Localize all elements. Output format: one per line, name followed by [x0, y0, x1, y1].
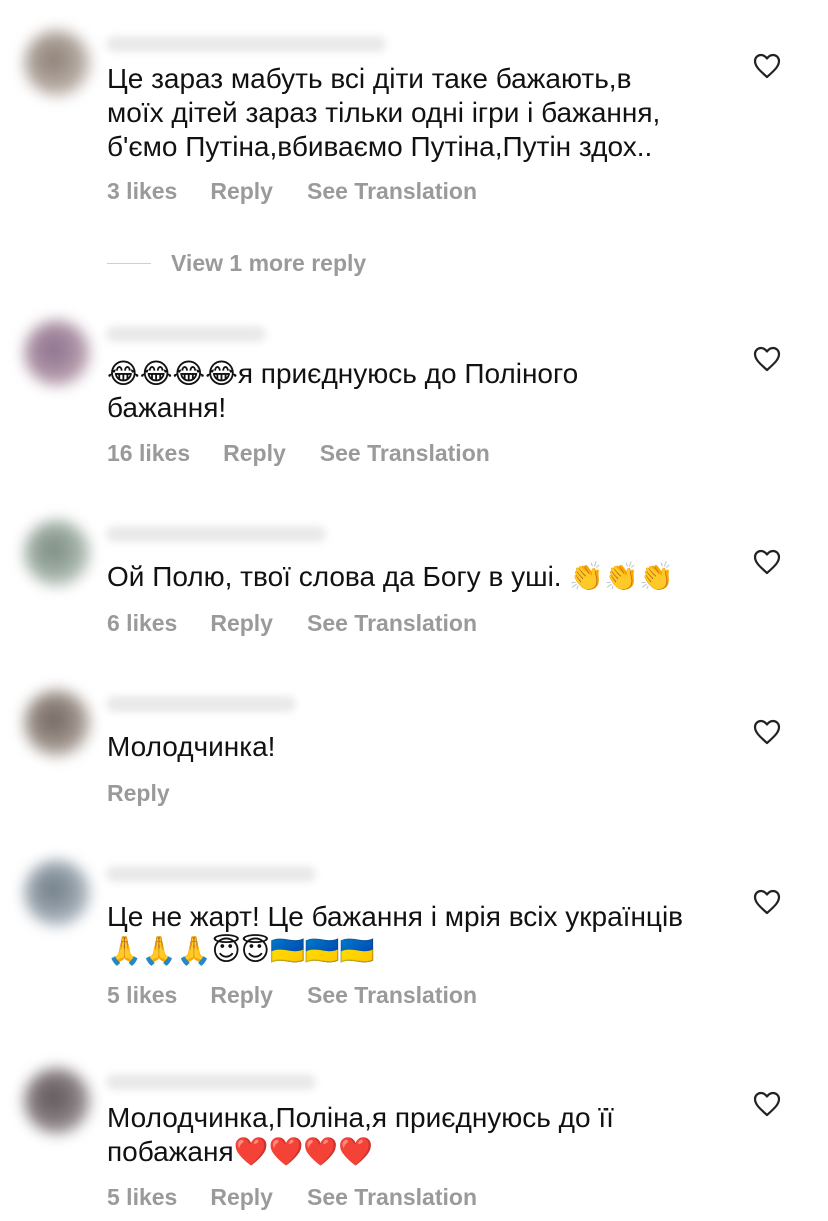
heart-icon[interactable] [753, 549, 781, 575]
heart-icon[interactable] [753, 1091, 781, 1117]
username[interactable] [106, 696, 296, 712]
comment-actions: 5 likes Reply See Translation [107, 1184, 477, 1211]
view-more-replies[interactable]: View 1 more reply [107, 250, 366, 277]
avatar[interactable] [24, 690, 90, 756]
comment-actions: 5 likes Reply See Translation [107, 982, 477, 1009]
reply-button[interactable]: Reply [210, 1184, 273, 1211]
likes-count[interactable]: 5 likes [107, 982, 177, 1009]
username[interactable] [106, 866, 316, 882]
likes-count[interactable]: 5 likes [107, 1184, 177, 1211]
comment-text: Це не жарт! Це бажання і мрія всіх украї… [107, 901, 684, 966]
comment-actions: 6 likes Reply See Translation [107, 610, 477, 637]
reply-button[interactable]: Reply [107, 780, 170, 807]
comment-text: Молодчинка! [107, 731, 276, 762]
comment-actions: Reply [107, 780, 170, 807]
heart-icon[interactable] [753, 346, 781, 372]
reply-button[interactable]: Reply [210, 610, 273, 637]
comment-text: 😂😂😂😂я приєднуюсь до Поліного бажання! [107, 358, 579, 423]
likes-count[interactable]: 6 likes [107, 610, 177, 637]
comment-text: Молодчинка,Поліна,я приєднуюсь до її поб… [107, 1102, 614, 1167]
see-translation-button[interactable]: See Translation [307, 1184, 477, 1211]
comment-actions: 3 likes Reply See Translation [107, 178, 477, 205]
heart-icon[interactable] [753, 53, 781, 79]
avatar[interactable] [24, 860, 90, 926]
username[interactable] [106, 1074, 316, 1090]
see-translation-button[interactable]: See Translation [307, 178, 477, 205]
avatar[interactable] [24, 520, 90, 586]
comment-actions: 16 likes Reply See Translation [107, 440, 490, 467]
avatar[interactable] [24, 320, 90, 386]
comment-text: Це зараз мабуть всі діти таке бажають,в … [107, 63, 661, 162]
username[interactable] [106, 36, 386, 52]
avatar[interactable] [24, 30, 90, 96]
likes-count[interactable]: 3 likes [107, 178, 177, 205]
reply-button[interactable]: Reply [223, 440, 286, 467]
likes-count[interactable]: 16 likes [107, 440, 190, 467]
view-more-replies-label[interactable]: View 1 more reply [171, 250, 366, 277]
username[interactable] [106, 326, 266, 342]
divider [107, 262, 151, 265]
username[interactable] [106, 526, 326, 542]
reply-button[interactable]: Reply [210, 178, 273, 205]
see-translation-button[interactable]: See Translation [320, 440, 490, 467]
heart-icon[interactable] [753, 889, 781, 915]
avatar[interactable] [24, 1068, 90, 1134]
comment-text: Ой Полю, твої слова да Богу в уші. 👏👏👏 [107, 561, 674, 592]
see-translation-button[interactable]: See Translation [307, 610, 477, 637]
see-translation-button[interactable]: See Translation [307, 982, 477, 1009]
reply-button[interactable]: Reply [210, 982, 273, 1009]
heart-icon[interactable] [753, 719, 781, 745]
comments-list: Це зараз мабуть всі діти таке бажають,в … [0, 0, 828, 1221]
